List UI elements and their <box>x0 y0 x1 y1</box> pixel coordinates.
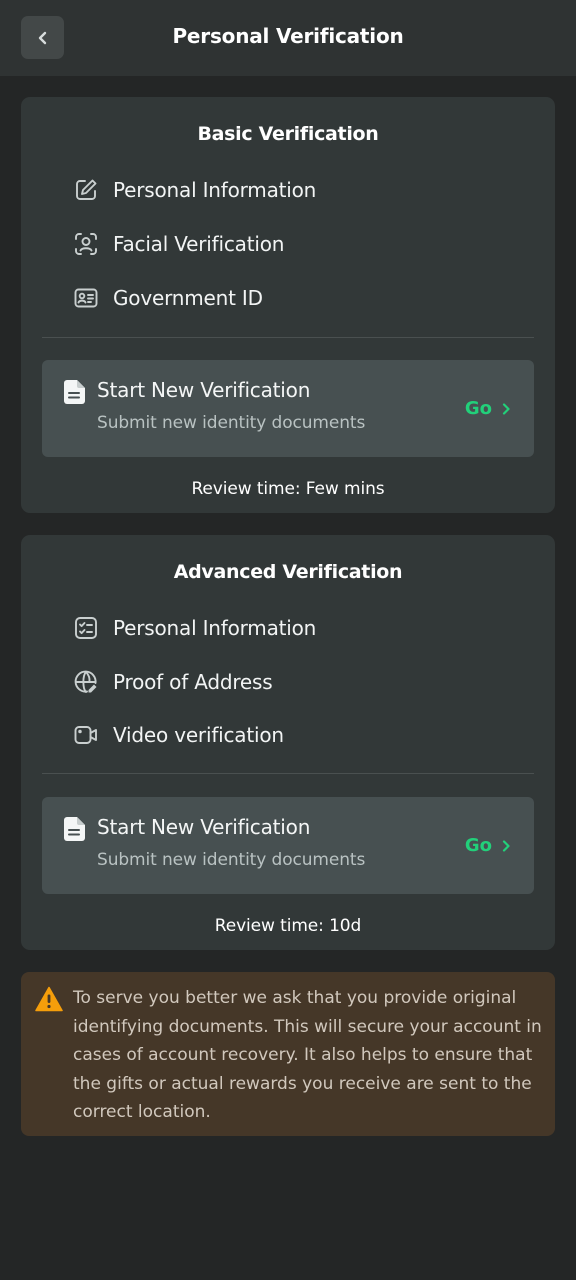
go-label: Go <box>464 835 492 856</box>
go-link[interactable]: Go <box>465 835 512 856</box>
basic-review-time: Review time: Few mins <box>191 479 385 499</box>
start-verification-title: Start New Verification <box>97 815 311 839</box>
advanced-start-verification-button[interactable]: Start New Verification Submit new identi… <box>42 797 534 894</box>
basic-requirement-facial: Facial Verification <box>73 228 284 260</box>
face-scan-icon <box>75 233 97 255</box>
chevron-right-icon <box>502 839 510 852</box>
divider <box>42 773 534 774</box>
advanced-requirement-personal-info: Personal Information <box>73 612 316 644</box>
video-camera-icon <box>74 726 97 744</box>
notice-text: To serve you better we ask that you prov… <box>73 988 542 1122</box>
go-link[interactable]: Go <box>465 398 512 419</box>
id-card-icon <box>74 288 98 308</box>
document-icon <box>64 817 85 841</box>
advanced-requirement-proof-of-address: Proof of Address <box>73 666 273 698</box>
requirement-label: Personal Information <box>113 178 317 202</box>
divider <box>42 337 534 338</box>
warning-icon <box>35 986 63 1012</box>
basic-verification-card: Basic Verification Personal Information … <box>21 97 555 513</box>
advanced-review-time: Review time: 10d <box>214 916 362 936</box>
start-verification-subtitle: Submit new identity documents <box>97 413 366 433</box>
advanced-verification-card: Advanced Verification Personal Informati… <box>21 535 555 950</box>
basic-start-verification-button[interactable]: Start New Verification Submit new identi… <box>42 360 534 457</box>
go-label: Go <box>464 398 492 419</box>
info-notice: To serve you better we ask that you prov… <box>21 972 555 1136</box>
requirement-label: Facial Verification <box>113 232 285 256</box>
page-title: Personal Verification <box>172 24 404 48</box>
globe-edit-icon <box>74 670 97 693</box>
basic-verification-title: Basic Verification <box>197 123 379 145</box>
chevron-right-icon <box>502 402 510 415</box>
top-bar: Personal Verification <box>0 0 576 76</box>
advanced-requirement-video: Video verification <box>73 719 284 751</box>
edit-icon <box>76 179 97 200</box>
requirement-label: Personal Information <box>113 616 317 640</box>
basic-requirement-personal-info: Personal Information <box>73 174 316 206</box>
start-verification-title: Start New Verification <box>97 378 311 402</box>
advanced-verification-title: Advanced Verification <box>173 561 403 583</box>
document-icon <box>64 380 85 404</box>
requirement-label: Proof of Address <box>113 670 273 694</box>
requirement-label: Government ID <box>113 286 263 310</box>
start-verification-subtitle: Submit new identity documents <box>97 850 366 870</box>
checklist-icon <box>75 617 97 639</box>
requirement-label: Video verification <box>113 723 284 747</box>
basic-requirement-government-id: Government ID <box>73 282 263 314</box>
